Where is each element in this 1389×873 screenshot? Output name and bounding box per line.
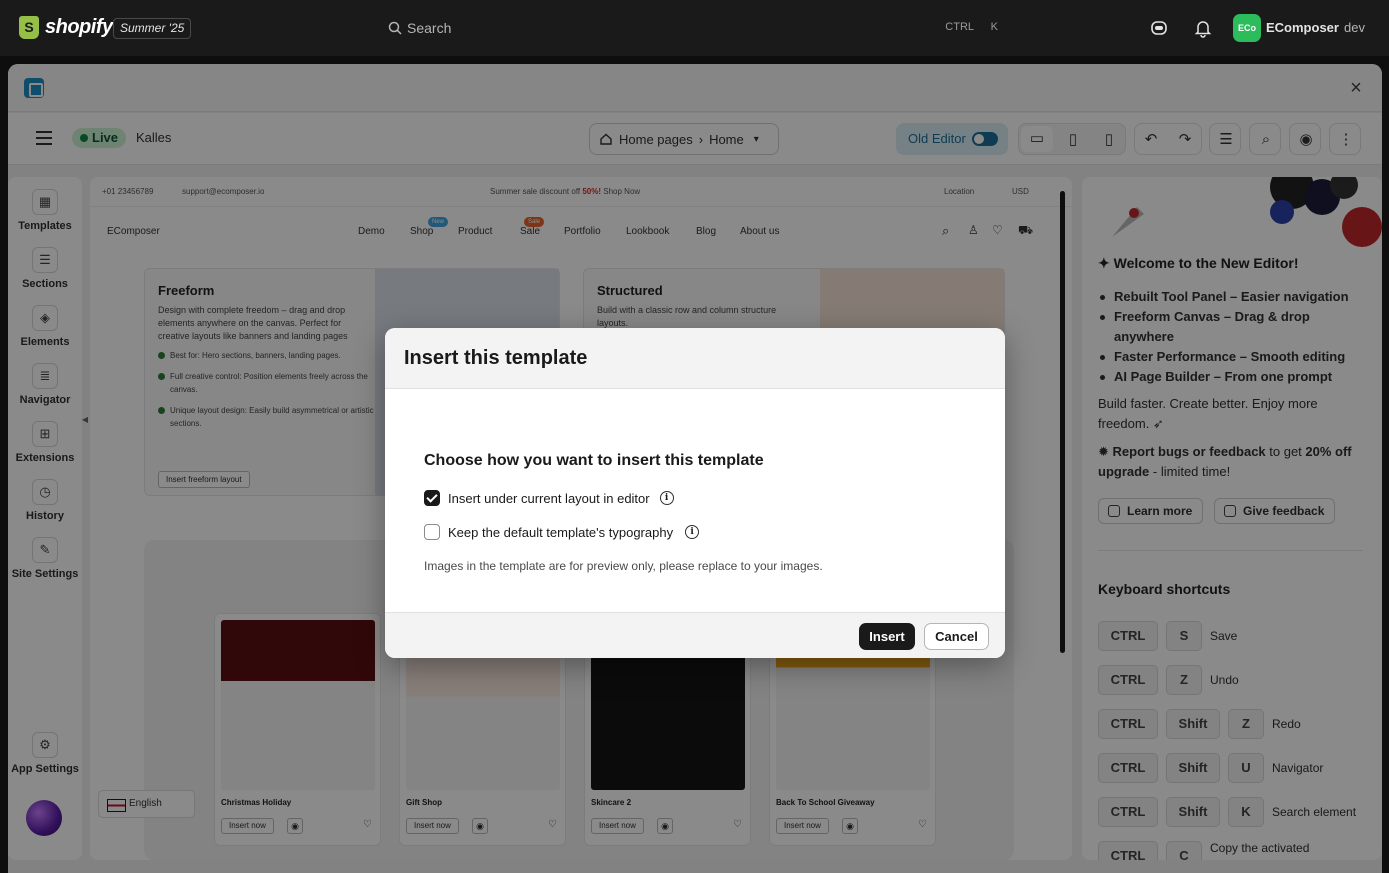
insert-template-dialog: Insert this template Choose how you want…	[385, 328, 1005, 658]
global-search[interactable]: Search CTRL K	[380, 14, 1010, 42]
bell-icon[interactable]	[1193, 18, 1213, 38]
keep-typography-checkbox[interactable]	[424, 524, 440, 540]
shopify-wordmark[interactable]: shopify	[45, 16, 113, 39]
shopify-logo[interactable]: S	[19, 16, 39, 39]
sidekick-icon[interactable]	[1149, 18, 1169, 38]
info-icon[interactable]: i	[659, 491, 674, 505]
option-label: Insert under current layout in editor	[448, 490, 650, 506]
store-handle[interactable]: dev	[1344, 20, 1365, 35]
dialog-heading: Choose how you want to insert this templ…	[424, 452, 764, 469]
store-name[interactable]: EComposer	[1266, 20, 1339, 35]
search-icon	[388, 21, 402, 35]
store-avatar[interactable]: ECo	[1233, 14, 1261, 42]
dialog-title: Insert this template	[404, 347, 588, 369]
dialog-header: Insert this template	[385, 328, 1005, 389]
search-shortcut: CTRL K	[945, 21, 998, 33]
insert-button[interactable]: Insert	[859, 623, 915, 650]
preview-note: Images in the template are for preview o…	[424, 559, 823, 573]
insert-under-layout-checkbox[interactable]	[424, 490, 440, 506]
dialog-footer: Insert Cancel	[385, 612, 1005, 658]
keep-typography-option[interactable]: Keep the default template's typography i	[424, 523, 700, 541]
cancel-button[interactable]: Cancel	[924, 623, 989, 650]
typography-option-highlight: Keep the default template's typography i	[406, 510, 716, 550]
insert-under-layout-option[interactable]: Insert under current layout in editor i	[424, 489, 674, 507]
option-label: Keep the default template's typography	[448, 524, 674, 540]
search-placeholder: Search	[407, 20, 452, 36]
edition-badge[interactable]: Summer '25	[113, 18, 192, 39]
shopify-topbar: S shopify Summer '25 Search CTRL K ECo E…	[0, 0, 1389, 56]
info-icon[interactable]: i	[685, 525, 700, 539]
